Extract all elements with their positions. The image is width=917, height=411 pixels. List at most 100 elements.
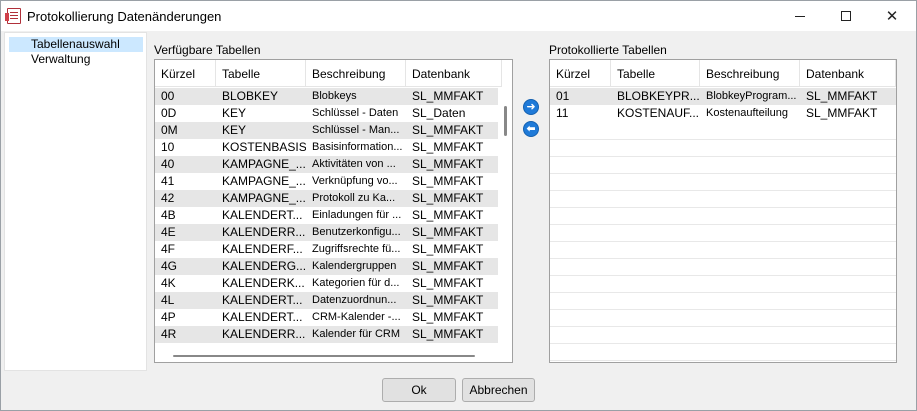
column-header-kuerzel[interactable]: Kürzel xyxy=(155,60,216,87)
remove-table-button[interactable]: ⬅ xyxy=(523,121,539,137)
cell-beschreibung: CRM-Kalender -... xyxy=(312,311,401,323)
table-row[interactable]: 4K KALENDERK... Kategorien für d... SL_MMFA… xyxy=(155,275,502,292)
cell-datenbank: SL_MMFAKT xyxy=(412,259,484,273)
add-table-button[interactable]: ➜ xyxy=(523,99,539,115)
cell-datenbank: SL_MMFAKT xyxy=(412,327,484,341)
table-row[interactable]: 00 BLOBKEY Blobkeys SL_MMFAKT xyxy=(155,88,502,105)
available-tables-grid[interactable]: Kürzel Tabelle Beschreibung Datenbank 00… xyxy=(154,59,513,363)
ok-button[interactable]: Ok xyxy=(382,378,456,402)
column-header-beschreibung[interactable]: Beschreibung xyxy=(306,60,406,87)
table-row[interactable]: 4G KALENDERG... Kalendergruppen SL_MMFAKT xyxy=(155,258,502,275)
cell-beschreibung: Zugriffsrechte fü... xyxy=(312,243,401,255)
cell-tabelle: KALENDERK... xyxy=(222,276,305,290)
table-row[interactable]: 4L KALENDERT... Datenzuordnun... SL_MMFAKT xyxy=(155,292,502,309)
app-icon xyxy=(5,8,21,24)
table-row[interactable]: 4F KALENDERF... Zugriffsrechte fü... SL_MMF… xyxy=(155,241,502,258)
cell-tabelle: KALENDERF... xyxy=(222,242,303,256)
protocolled-tables-label: Protokollierte Tabellen xyxy=(549,43,667,57)
cell-beschreibung: Benutzerkonfigu... xyxy=(312,226,401,238)
cell-kuerzel: 40 xyxy=(161,157,175,171)
cell-kuerzel: 4P xyxy=(161,310,176,324)
table-row[interactable]: 40 KAMPAGNE_... Aktivitäten von ... SL_MMFA… xyxy=(155,156,502,173)
scrollbar-thumb[interactable] xyxy=(173,355,475,357)
cell-datenbank: SL_MMFAKT xyxy=(412,225,484,239)
nav-item-verwaltung[interactable]: Verwaltung xyxy=(9,52,143,67)
table-row[interactable]: 4P KALENDERT... CRM-Kalender -... SL_MMFAKT xyxy=(155,309,502,326)
table-row[interactable]: 41 KAMPAGNE_... Verknüpfung vo... SL_MMFAKT xyxy=(155,173,502,190)
protocolled-tables-body: 01 BLOBKEYPR... BlobkeyProgram... SL_MMFAKT… xyxy=(550,88,896,122)
column-header-datenbank[interactable]: Datenbank xyxy=(406,60,502,87)
cell-beschreibung: Blobkeys xyxy=(312,90,357,102)
scrollbar-thumb[interactable] xyxy=(504,106,507,136)
cell-tabelle: KALENDERR... xyxy=(222,327,306,341)
table-row[interactable]: 4R KALENDERR... Kalender für CRM SL_MMFAKT xyxy=(155,326,502,343)
table-row[interactable]: 42 KAMPAGNE_... Protokoll zu Ka... SL_MMFAK… xyxy=(155,190,502,207)
cell-tabelle: KEY xyxy=(222,123,247,137)
minimize-icon xyxy=(795,15,805,17)
nav-item-tabellenauswahl[interactable]: Tabellenauswahl xyxy=(9,37,143,52)
close-button[interactable]: ✕ xyxy=(869,1,915,31)
cell-tabelle: KALENDERR... xyxy=(222,225,306,239)
cell-beschreibung: Kostenaufteilung xyxy=(706,107,788,119)
cell-datenbank: SL_MMFAKT xyxy=(412,276,484,290)
close-icon: ✕ xyxy=(885,7,899,25)
cell-datenbank: SL_MMFAKT xyxy=(806,89,878,103)
cell-kuerzel: 42 xyxy=(161,191,175,205)
protocolled-tables-grid[interactable]: Kürzel Tabelle Beschreibung Datenbank 01… xyxy=(549,59,897,363)
arrow-left-icon: ⬅ xyxy=(526,122,536,135)
dialog-window: Protokollierung Datenänderungen ✕ Tabell… xyxy=(0,0,917,411)
table-row[interactable]: 0D KEY Schlüssel - Daten SL_Daten xyxy=(155,105,502,122)
cell-tabelle: BLOBKEY xyxy=(222,89,279,103)
cell-kuerzel: 0D xyxy=(161,106,177,120)
column-header-beschreibung[interactable]: Beschreibung xyxy=(700,60,800,87)
table-row[interactable]: 01 BLOBKEYPR... BlobkeyProgram... SL_MMFAKT xyxy=(550,88,896,105)
table-row[interactable]: 10 KOSTENBASIS Basisinformation... SL_MMFAK… xyxy=(155,139,502,156)
cell-datenbank: SL_MMFAKT xyxy=(412,174,484,188)
column-header-tabelle[interactable]: Tabelle xyxy=(611,60,700,87)
cell-beschreibung: Kalender für CRM xyxy=(312,328,401,340)
cell-tabelle: KAMPAGNE_... xyxy=(222,191,306,205)
cell-tabelle: KALENDERT... xyxy=(222,293,303,307)
column-header-datenbank[interactable]: Datenbank xyxy=(800,60,896,87)
cell-kuerzel: 4F xyxy=(161,242,176,256)
cell-beschreibung: Basisinformation... xyxy=(312,141,403,153)
table-row[interactable]: 0M KEY Schlüssel - Man... SL_MMFAKT xyxy=(155,122,502,139)
cell-datenbank: SL_MMFAKT xyxy=(412,123,484,137)
grid-header: Kürzel Tabelle Beschreibung Datenbank xyxy=(155,60,502,87)
cell-tabelle: KEY xyxy=(222,106,247,120)
table-row[interactable]: 11 KOSTENAUF... Kostenaufteilung SL_MMFAKT xyxy=(550,105,896,122)
cell-beschreibung: Kategorien für d... xyxy=(312,277,400,289)
cell-beschreibung: Einladungen für ... xyxy=(312,209,402,221)
cell-tabelle: KAMPAGNE_... xyxy=(222,174,306,188)
cell-datenbank: SL_MMFAKT xyxy=(412,191,484,205)
cell-beschreibung: Protokoll zu Ka... xyxy=(312,192,396,204)
arrow-right-icon: ➜ xyxy=(526,100,536,113)
cell-kuerzel: 4B xyxy=(161,208,176,222)
cell-kuerzel: 4G xyxy=(161,259,178,273)
vertical-scrollbar[interactable] xyxy=(498,88,512,348)
column-header-kuerzel[interactable]: Kürzel xyxy=(550,60,611,87)
cell-kuerzel: 11 xyxy=(556,106,569,120)
cell-tabelle: KOSTENBASIS xyxy=(222,140,306,154)
cell-kuerzel: 4L xyxy=(161,293,175,307)
cell-tabelle: KALENDERG... xyxy=(222,259,306,273)
cell-datenbank: SL_MMFAKT xyxy=(412,140,484,154)
horizontal-scrollbar[interactable] xyxy=(155,348,512,362)
cell-tabelle: KALENDERT... xyxy=(222,208,303,222)
cancel-button[interactable]: Abbrechen xyxy=(462,378,535,402)
table-row[interactable]: 4B KALENDERT... Einladungen für ... SL_MMFA… xyxy=(155,207,502,224)
cell-beschreibung: Verknüpfung vo... xyxy=(312,175,398,187)
table-row[interactable]: 4E KALENDERR... Benutzerkonfigu... SL_MMFAK… xyxy=(155,224,502,241)
title-bar: Protokollierung Datenänderungen ✕ xyxy=(1,1,916,31)
maximize-button[interactable] xyxy=(823,1,869,31)
cell-kuerzel: 0M xyxy=(161,123,178,137)
cell-datenbank: SL_MMFAKT xyxy=(412,157,484,171)
cell-beschreibung: Aktivitäten von ... xyxy=(312,158,396,170)
cell-tabelle: BLOBKEYPR... xyxy=(617,89,700,103)
cell-datenbank: SL_MMFAKT xyxy=(412,242,484,256)
cell-tabelle: KOSTENAUF... xyxy=(617,106,700,120)
minimize-button[interactable] xyxy=(777,1,823,31)
column-header-tabelle[interactable]: Tabelle xyxy=(216,60,306,87)
cell-kuerzel: 4K xyxy=(161,276,176,290)
cell-beschreibung: Schlüssel - Man... xyxy=(312,124,400,136)
